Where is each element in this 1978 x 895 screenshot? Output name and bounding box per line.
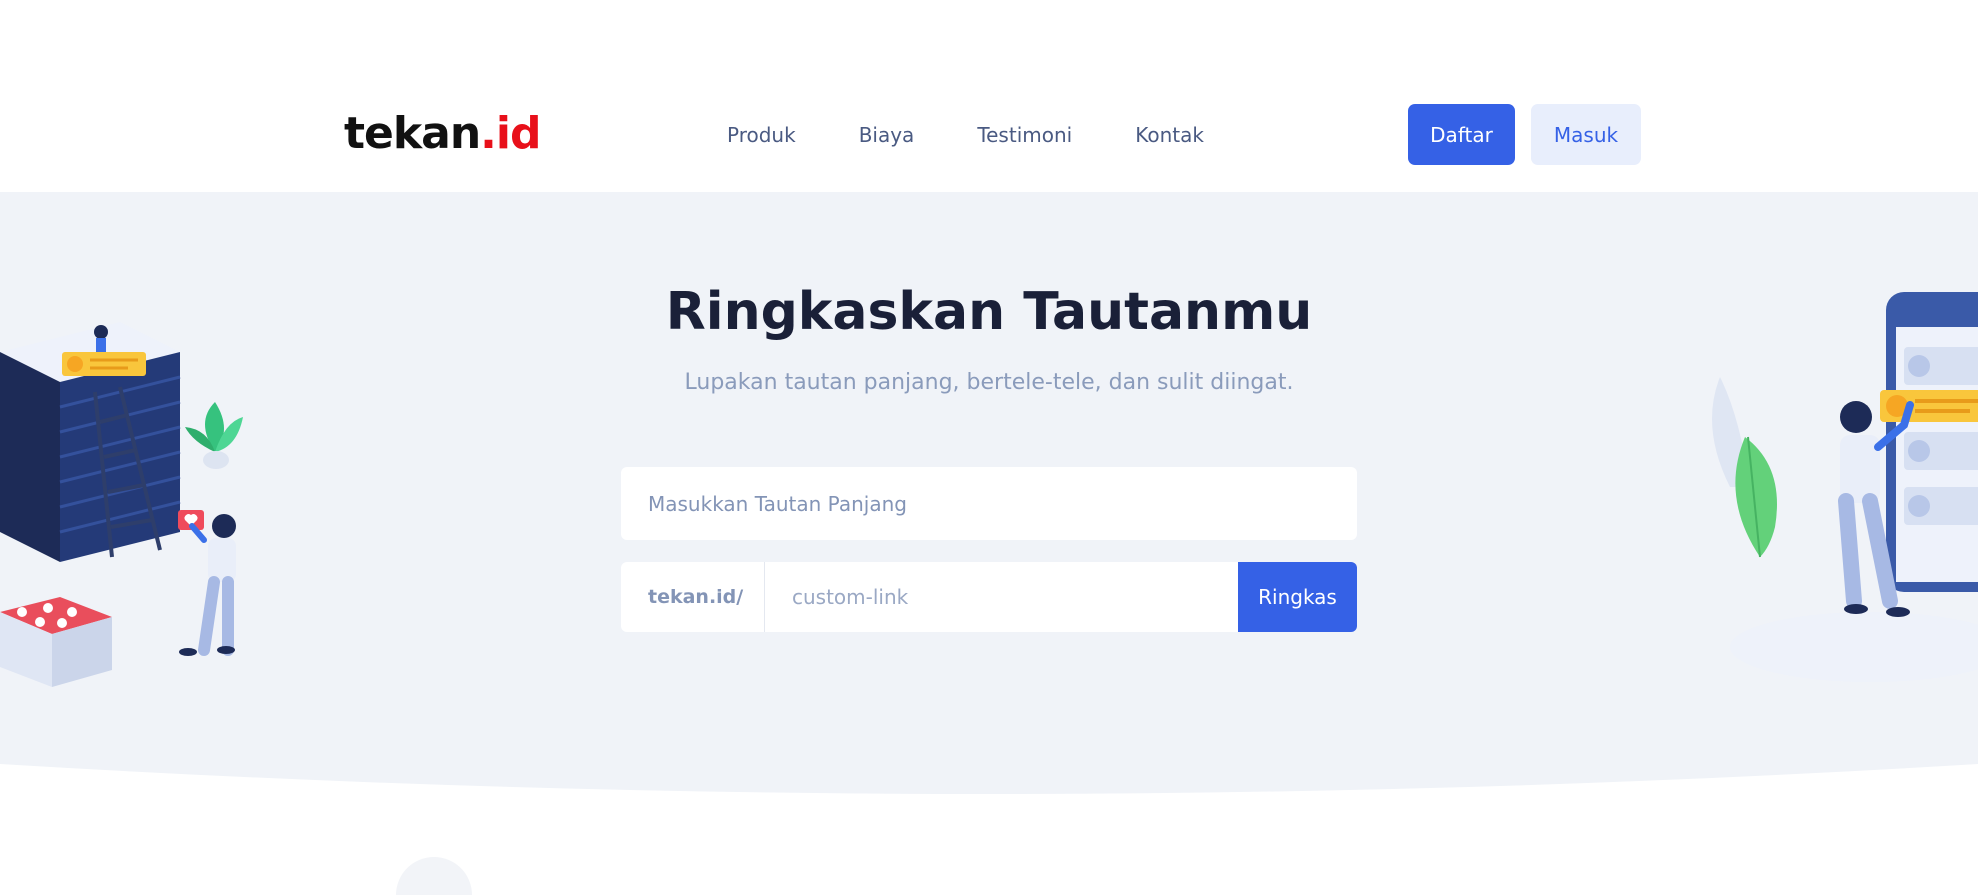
right-illustration bbox=[1712, 292, 1978, 682]
gift-box-illustration bbox=[0, 597, 112, 687]
short-url-prefix: tekan.id/ bbox=[621, 562, 765, 632]
logo[interactable]: tekan.id bbox=[344, 108, 541, 160]
nav-link-produk[interactable]: Produk bbox=[727, 120, 796, 150]
decorative-circle bbox=[396, 857, 472, 895]
site-header: tekan.id Produk Biaya Testimoni Kontak D… bbox=[0, 0, 1978, 192]
nav-link-biaya[interactable]: Biaya bbox=[859, 120, 915, 150]
nav-link-testimoni[interactable]: Testimoni bbox=[977, 120, 1072, 150]
nav-link-kontak[interactable]: Kontak bbox=[1135, 120, 1204, 150]
register-button[interactable]: Daftar bbox=[1408, 104, 1515, 165]
login-button[interactable]: Masuk bbox=[1531, 104, 1641, 165]
shorten-button[interactable]: Ringkas bbox=[1238, 562, 1357, 632]
left-illustration bbox=[0, 322, 243, 687]
custom-link-input[interactable] bbox=[765, 562, 1238, 632]
hero-subtitle: Lupakan tautan panjang, bertele-tele, da… bbox=[684, 370, 1294, 395]
hero-section: Ringkaskan Tautanmu Lupakan tautan panja… bbox=[0, 192, 1978, 895]
main-nav: Produk Biaya Testimoni Kontak bbox=[727, 120, 1204, 150]
hero-title: Ringkaskan Tautanmu bbox=[665, 282, 1313, 342]
plant-icon bbox=[1712, 377, 1777, 558]
long-url-input[interactable] bbox=[621, 467, 1357, 540]
plant-icon bbox=[185, 402, 243, 469]
standing-person-illustration bbox=[179, 514, 236, 656]
